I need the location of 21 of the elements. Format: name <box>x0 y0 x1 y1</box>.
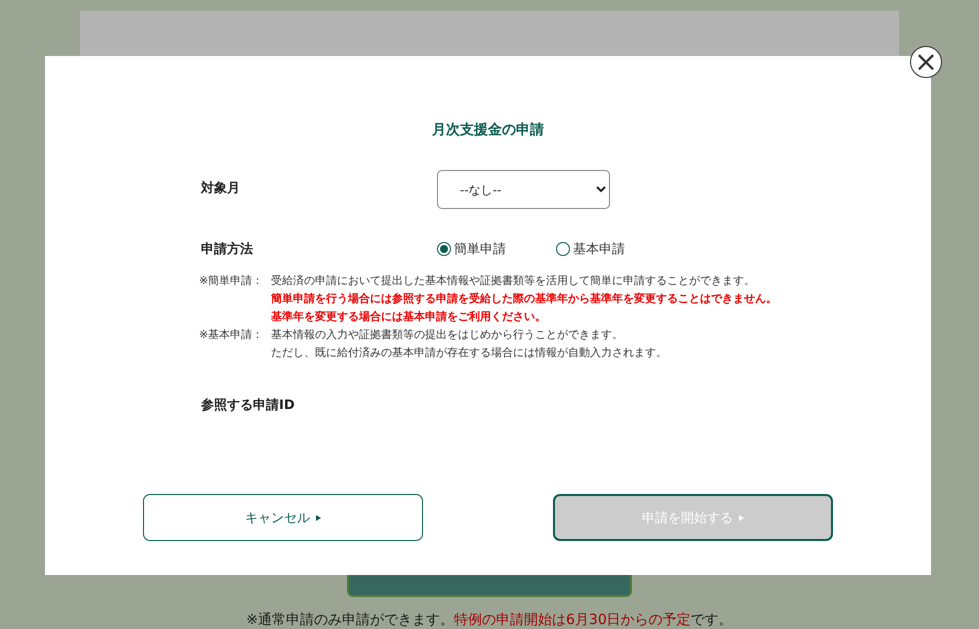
note-text: 受給済の申請において提出した基本情報や証拠書類等を活用して簡単に申請することができます。 <box>271 273 756 289</box>
warning-text: 基準年を変更する場合には基本申請をご利用ください。 <box>271 309 547 325</box>
field-label: 申請方法 <box>201 240 254 258</box>
note-text: ただし、既に給付済みの基本申請が存在する場合には情報が自動入力されます。 <box>271 345 668 361</box>
cancel-button[interactable]: キャンセル <box>143 494 423 541</box>
note-text: 基本情報の入力や証拠書類等の提出をはじめから行うことができます。 <box>271 327 624 343</box>
triangle-icon <box>739 514 744 521</box>
note-prefix: ※基本申請： <box>199 327 264 343</box>
field-label: 参照する申請ID <box>201 397 296 414</box>
note-prefix: ※簡単申請： <box>199 273 264 289</box>
close-button[interactable]: × <box>910 46 942 78</box>
radio-option[interactable]: 簡単申請 <box>437 240 506 258</box>
radio-icon[interactable] <box>437 242 451 256</box>
radio-icon[interactable] <box>556 242 570 256</box>
triangle-icon <box>316 514 321 521</box>
notice-text: ※通常申請のみ申請ができます。特例の申請開始は6月30日からの予定です。 <box>246 611 733 629</box>
field-label: 対象月 <box>201 180 241 197</box>
warning-text: 簡単申請を行う場合には参照する申請を受給した際の基準年から基準年を変更することはできません。 <box>271 291 778 307</box>
month-select[interactable]: --なし-- <box>437 170 610 209</box>
dialog-title: 月次支援金の申請 <box>432 121 544 139</box>
radio-option[interactable]: 基本申請 <box>556 240 625 258</box>
